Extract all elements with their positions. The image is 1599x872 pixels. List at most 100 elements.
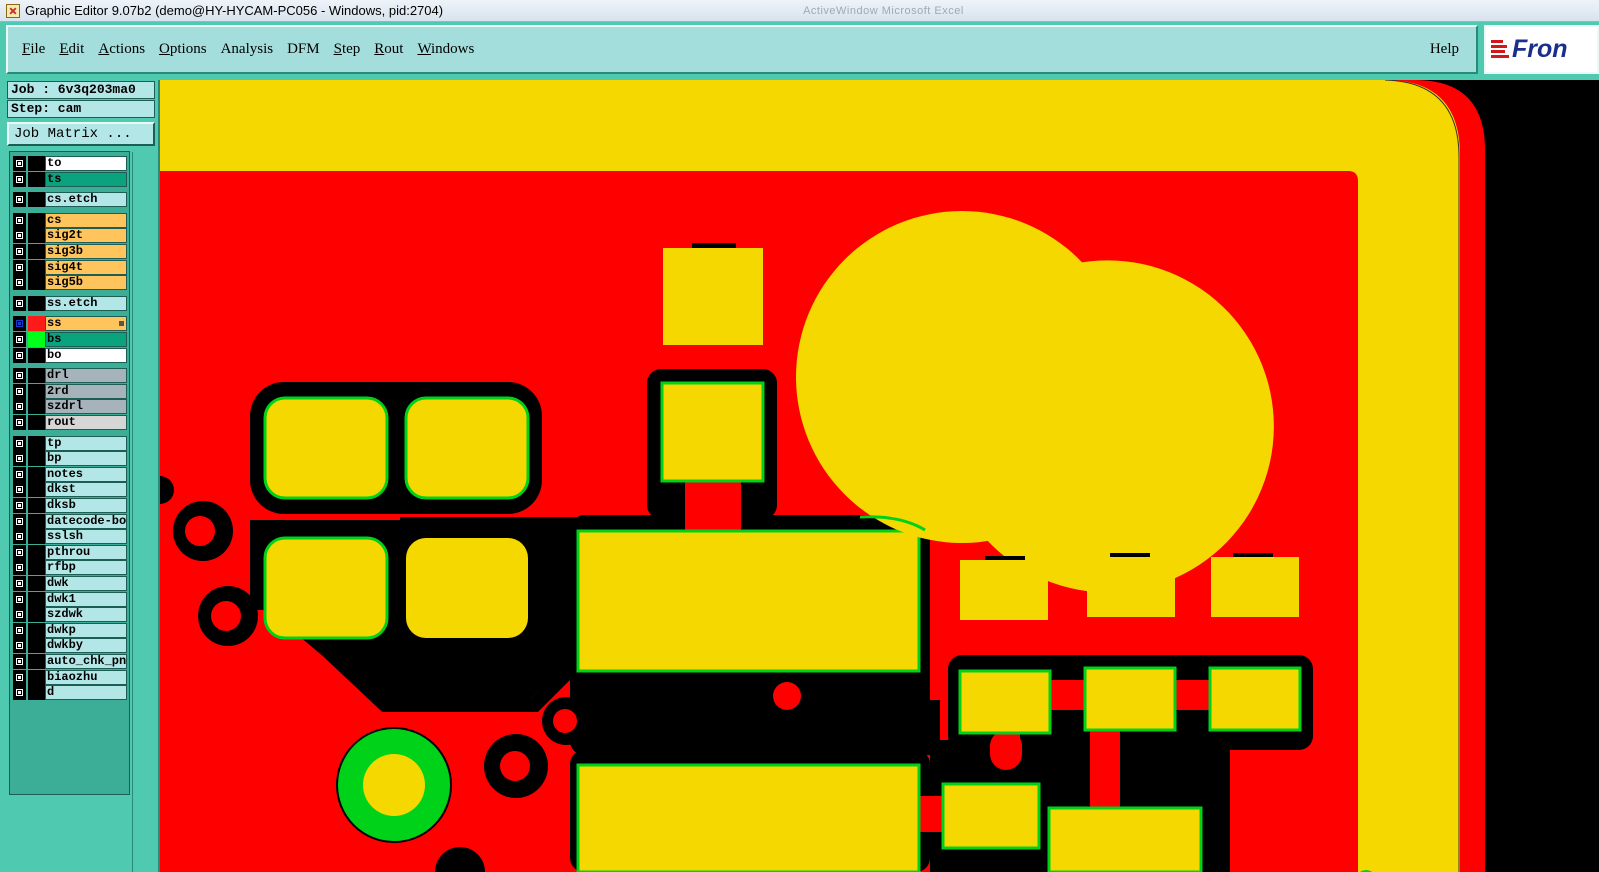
layer-name[interactable]: dksb [45, 498, 127, 513]
layer-checkbox[interactable] [15, 262, 24, 272]
layer-name[interactable]: dkst [45, 482, 127, 498]
layer-row-dwk[interactable]: dwk [13, 576, 127, 591]
layer-name[interactable]: cs.etch [45, 192, 127, 208]
layer-select-cell[interactable] [13, 383, 26, 399]
layer-display-color[interactable] [28, 212, 45, 228]
layer-display-color[interactable] [28, 654, 45, 669]
layer-display-color[interactable] [28, 347, 45, 363]
layer-name[interactable]: datecode-bo [45, 513, 127, 529]
layer-select-cell[interactable] [13, 451, 26, 467]
layer-row-bs[interactable]: bs [13, 332, 127, 347]
layer-display-color[interactable] [28, 622, 45, 638]
menu-actions[interactable]: Actions [91, 41, 152, 58]
layer-row-dwkby[interactable]: dwkby [13, 638, 127, 654]
layer-name[interactable]: szdrl [45, 399, 127, 415]
menu-windows[interactable]: Windows [410, 41, 481, 58]
layer-select-cell[interactable] [13, 607, 26, 623]
layer-name[interactable]: sig2t [45, 228, 127, 244]
layer-name[interactable]: bp [45, 451, 127, 467]
layer-select-cell[interactable] [13, 212, 26, 228]
layer-row-rfbp[interactable]: rfbp [13, 560, 127, 576]
layer-checkbox[interactable] [15, 371, 24, 381]
layer-select-cell[interactable] [13, 560, 26, 576]
layer-checkbox[interactable] [15, 469, 24, 479]
layer-display-color[interactable] [28, 192, 45, 208]
layer-name[interactable]: drl [45, 368, 127, 384]
layer-checkbox[interactable] [15, 485, 24, 495]
layer-row-to[interactable]: to [13, 156, 127, 171]
layer-name[interactable]: bo [45, 347, 127, 363]
layer-checkbox[interactable] [15, 594, 24, 604]
layer-display-color[interactable] [28, 607, 45, 623]
layer-row-dkst[interactable]: dkst [13, 482, 127, 498]
layer-row-notes[interactable]: notes [13, 466, 127, 482]
layer-checkbox[interactable] [15, 278, 24, 288]
layer-name[interactable]: ss.etch [45, 295, 127, 311]
layer-name[interactable]: dwkby [45, 638, 127, 654]
layer-row-dwk1[interactable]: dwk1 [13, 591, 127, 607]
layer-row-tp[interactable]: tp [13, 435, 127, 451]
layer-checkbox[interactable] [15, 335, 24, 344]
layer-select-cell[interactable] [13, 415, 26, 430]
layer-select-cell[interactable] [13, 435, 26, 451]
layer-name[interactable]: sig3b [45, 244, 127, 259]
layer-row-cs-etch[interactable]: cs.etch [13, 192, 127, 208]
layer-select-cell[interactable] [13, 513, 26, 529]
layer-checkbox[interactable] [15, 231, 24, 241]
layer-select-cell[interactable] [13, 156, 26, 171]
layer-name[interactable]: 2rd [45, 383, 127, 399]
layer-select-cell[interactable] [13, 638, 26, 654]
layer-name[interactable]: dwk [45, 576, 127, 591]
layer-select-cell[interactable] [13, 669, 26, 685]
layer-display-color[interactable] [28, 368, 45, 384]
layer-row-ss[interactable]: ss [13, 316, 127, 332]
layer-display-color[interactable] [28, 295, 45, 311]
layer-name[interactable]: ts [45, 171, 127, 187]
layer-display-color[interactable] [28, 383, 45, 399]
layer-select-cell[interactable] [13, 275, 26, 291]
layer-name[interactable]: tp [45, 435, 127, 451]
layer-name[interactable]: dwkp [45, 622, 127, 638]
layer-checkbox[interactable] [15, 298, 24, 308]
layer-row-bp[interactable]: bp [13, 451, 127, 467]
layer-checkbox[interactable] [15, 195, 24, 205]
layer-select-cell[interactable] [13, 498, 26, 513]
layer-checkbox[interactable] [15, 174, 24, 184]
layer-display-color[interactable] [28, 244, 45, 259]
layer-row-cs[interactable]: cs [13, 212, 127, 228]
layer-name[interactable]: dwk1 [45, 591, 127, 607]
layer-checkbox[interactable] [15, 688, 24, 698]
layer-display-color[interactable] [28, 156, 45, 171]
layer-select-cell[interactable] [13, 622, 26, 638]
graphic-canvas[interactable] [158, 80, 1599, 872]
layer-row-dwkp[interactable]: dwkp [13, 622, 127, 638]
layer-select-cell[interactable] [13, 466, 26, 482]
layer-display-color[interactable] [28, 544, 45, 560]
layer-row-bo[interactable]: bo [13, 347, 127, 363]
layer-display-color[interactable] [28, 685, 45, 701]
layer-name[interactable]: szdwk [45, 607, 127, 623]
layer-select-cell[interactable] [13, 332, 26, 347]
menu-help[interactable]: Help [1423, 41, 1466, 58]
menu-file[interactable]: File [15, 41, 52, 58]
layer-row-dksb[interactable]: dksb [13, 498, 127, 513]
layer-row-2rd[interactable]: 2rd [13, 383, 127, 399]
layer-name[interactable]: sig5b [45, 275, 127, 291]
layer-display-color[interactable] [28, 435, 45, 451]
layer-checkbox[interactable] [15, 501, 24, 510]
layer-row-rout[interactable]: rout [13, 415, 127, 430]
layer-select-cell[interactable] [13, 259, 26, 275]
layer-display-color[interactable] [28, 669, 45, 685]
layer-name[interactable]: pthrou [45, 544, 127, 560]
layer-name[interactable]: to [45, 156, 127, 171]
layer-display-color[interactable] [28, 591, 45, 607]
layer-name[interactable]: bs [45, 332, 127, 347]
layer-name[interactable]: rout [45, 415, 127, 430]
layer-checkbox[interactable] [15, 610, 24, 620]
layer-display-color[interactable] [28, 482, 45, 498]
layer-display-color[interactable] [28, 513, 45, 529]
menu-rout[interactable]: Rout [367, 41, 410, 58]
layer-display-color[interactable] [28, 560, 45, 576]
layer-select-cell[interactable] [13, 591, 26, 607]
layer-select-cell[interactable] [13, 171, 26, 187]
